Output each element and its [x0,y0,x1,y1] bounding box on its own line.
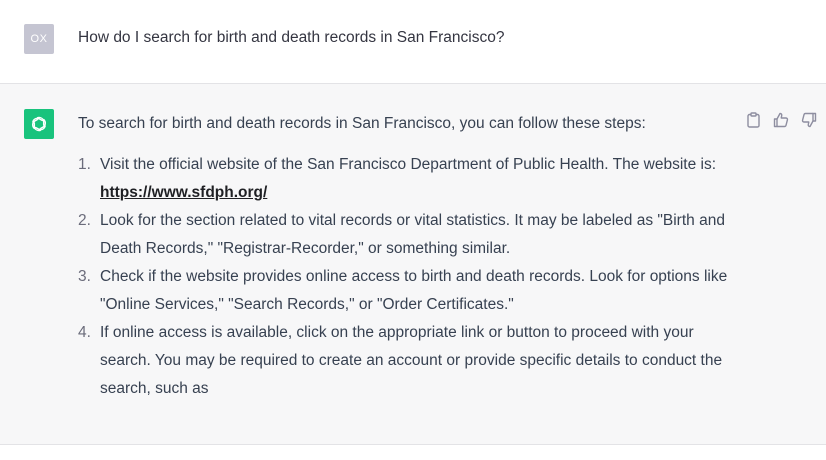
clipboard-icon[interactable] [744,111,762,129]
list-item-number: 3. [78,268,91,285]
sfdph-website-link[interactable]: https://www.sfdph.org/ [100,184,267,201]
thumbs-down-icon[interactable] [800,111,818,129]
list-item-number: 1. [78,156,91,173]
list-item-text: Look for the section related to vital re… [100,212,725,257]
list-item-text: If online access is available, click on … [100,324,723,397]
assistant-message-row: To search for birth and death records in… [0,84,826,445]
list-item-text: Check if the website provides online acc… [100,268,728,313]
assistant-message-content: To search for birth and death records in… [78,114,738,403]
assistant-intro-text: To search for birth and death records in… [78,115,646,132]
user-avatar: OX [24,24,54,54]
steps-list: 1. Visit the official website of the San… [78,151,738,403]
list-item: 2. Look for the section related to vital… [78,207,738,263]
user-message-text: How do I search for birth and death reco… [78,29,505,46]
list-item: 3. Check if the website provides online … [78,263,738,319]
list-item: 1. Visit the official website of the San… [78,151,738,207]
openai-logo-icon [31,116,47,132]
bottom-spacer [0,445,826,460]
thumbs-up-icon[interactable] [772,111,790,129]
assistant-avatar [24,109,54,139]
list-item-number: 4. [78,324,91,341]
message-actions [744,111,818,129]
user-message-row: OX How do I search for birth and death r… [0,0,826,84]
list-item-number: 2. [78,212,91,229]
list-item: 4. If online access is available, click … [78,319,738,403]
list-item-text: Visit the official website of the San Fr… [100,156,717,173]
